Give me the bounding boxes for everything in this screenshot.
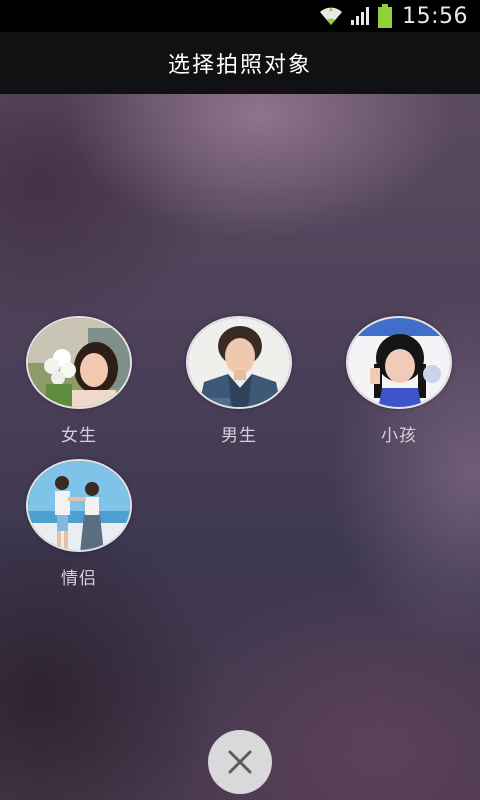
status-bar: 15:56 (0, 0, 480, 32)
photo-male-avatar (186, 316, 292, 409)
page-title: 选择拍照对象 (167, 53, 312, 78)
option-female[interactable]: 女生 (19, 316, 139, 446)
option-child[interactable]: 小孩 (339, 316, 459, 446)
photo-female-avatar (26, 316, 132, 409)
photo-couple-avatar (26, 459, 132, 552)
close-icon (228, 750, 252, 774)
option-male[interactable]: 男生 (179, 316, 299, 446)
title-bar: 选择拍照对象 (0, 32, 480, 94)
battery-icon (378, 4, 393, 28)
photo-child-avatar (346, 316, 452, 409)
option-label: 小孩 (381, 426, 417, 446)
option-label: 男生 (221, 426, 257, 446)
signal-icon (350, 6, 372, 26)
option-couple[interactable]: 情侣 (19, 459, 139, 589)
subject-picker: 女生 男生 小孩 情侣 (0, 94, 480, 800)
status-time: 15:56 (402, 3, 468, 29)
option-label: 情侣 (61, 569, 97, 589)
close-button[interactable] (208, 730, 272, 794)
option-label: 女生 (61, 426, 97, 446)
wifi-icon (318, 5, 344, 27)
